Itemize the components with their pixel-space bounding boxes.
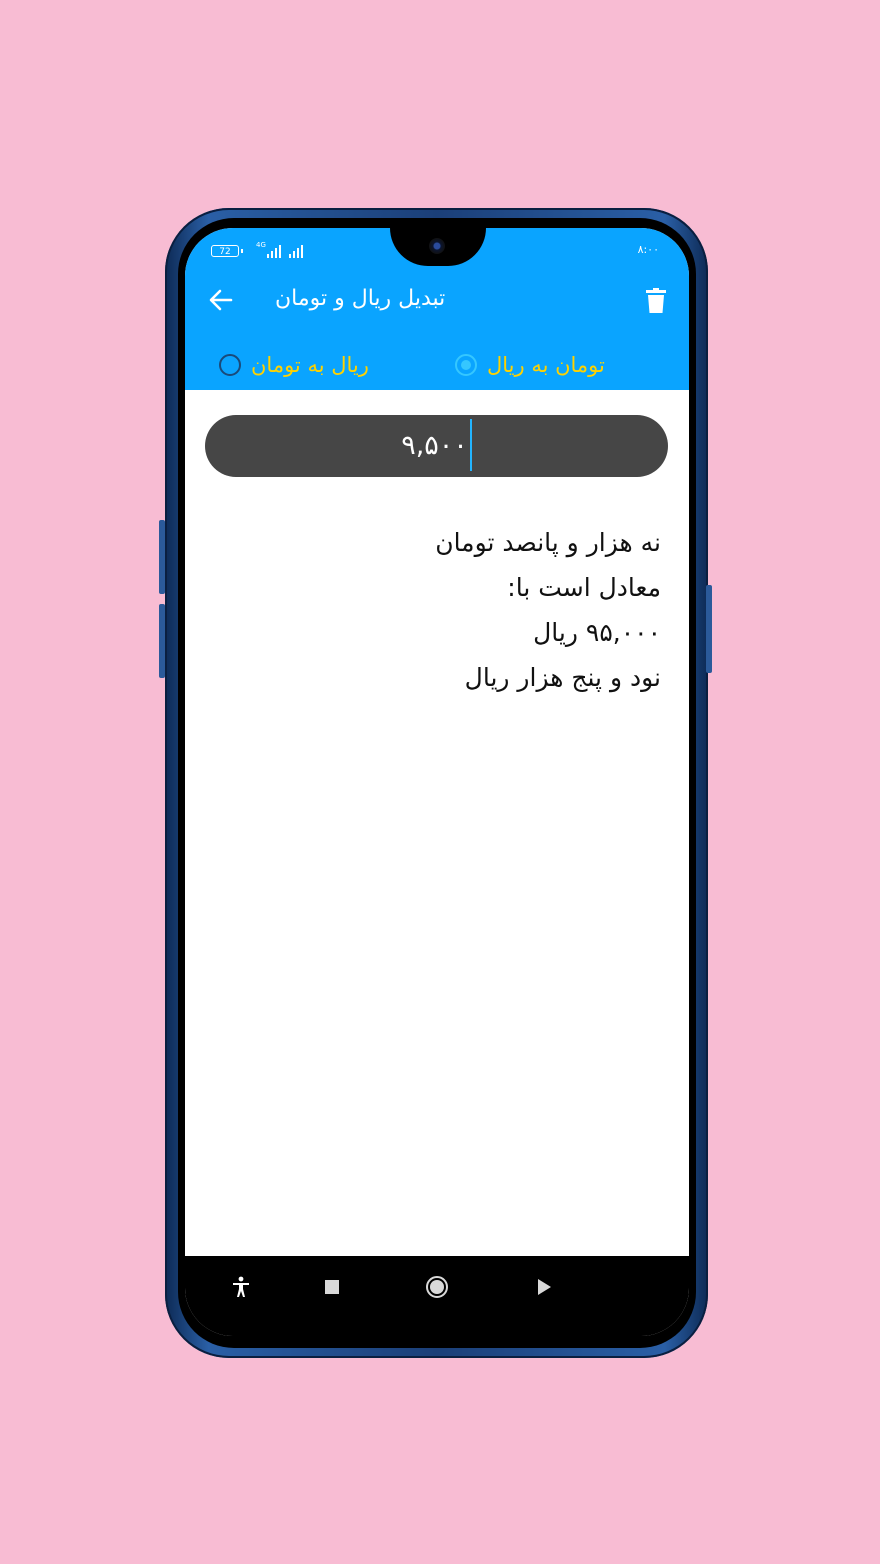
status-bar: 72 4G ۸:۰۰ [185, 228, 689, 266]
phone-side-button [159, 604, 165, 678]
conversion-result: نه هزار و پانصد تومان معادل است با: ۹۵,۰… [221, 520, 661, 700]
result-equals-label: معادل است با: [507, 573, 661, 602]
status-time: ۸:۰۰ [637, 243, 659, 256]
radio-toman-to-rial-label[interactable]: تومان به ریال [487, 353, 605, 377]
phone-screen: 72 4G ۸:۰۰ تبدیل ریال و تومان ریال به تو… [185, 228, 689, 1336]
triangle-icon[interactable] [530, 1274, 556, 1300]
circle-icon[interactable] [424, 1274, 450, 1300]
conversion-mode-group: ریال به تومان تومان به ریال [185, 338, 689, 390]
amount-input[interactable]: ۹,۵۰۰ [205, 415, 668, 477]
amount-input-value[interactable]: ۹,۵۰۰ [401, 430, 468, 461]
result-rial-words: نود و پنج هزار ریال [464, 663, 661, 692]
app-bar: تبدیل ریال و تومان [185, 266, 689, 338]
text-caret [469, 418, 472, 471]
square-icon[interactable] [319, 1274, 345, 1300]
page-title: تبدیل ریال و تومان [275, 286, 446, 311]
radio-toman-to-rial[interactable]: تومان به ریال [455, 350, 605, 380]
radio-checked-icon[interactable] [455, 354, 477, 376]
radio-unchecked-icon[interactable] [219, 354, 241, 376]
camera-icon [429, 238, 445, 254]
arrow-left-icon[interactable] [207, 286, 235, 314]
signal-icon [267, 242, 281, 258]
trash-icon[interactable] [645, 288, 667, 314]
signal-icon [289, 242, 303, 258]
radio-rial-to-toman-label[interactable]: ریال به تومان [251, 353, 369, 377]
phone-side-button [159, 520, 165, 594]
result-rial-number: ۹۵,۰۰۰ ریال [533, 618, 661, 647]
battery-icon: 72 [211, 245, 243, 257]
radio-rial-to-toman[interactable]: ریال به تومان [219, 350, 369, 380]
accessibility-icon[interactable] [228, 1274, 254, 1300]
phone-side-button [706, 585, 712, 673]
network-type: 4G [256, 241, 266, 249]
navigation-bar [185, 1256, 689, 1336]
result-toman-words: نه هزار و پانصد تومان [435, 528, 661, 557]
